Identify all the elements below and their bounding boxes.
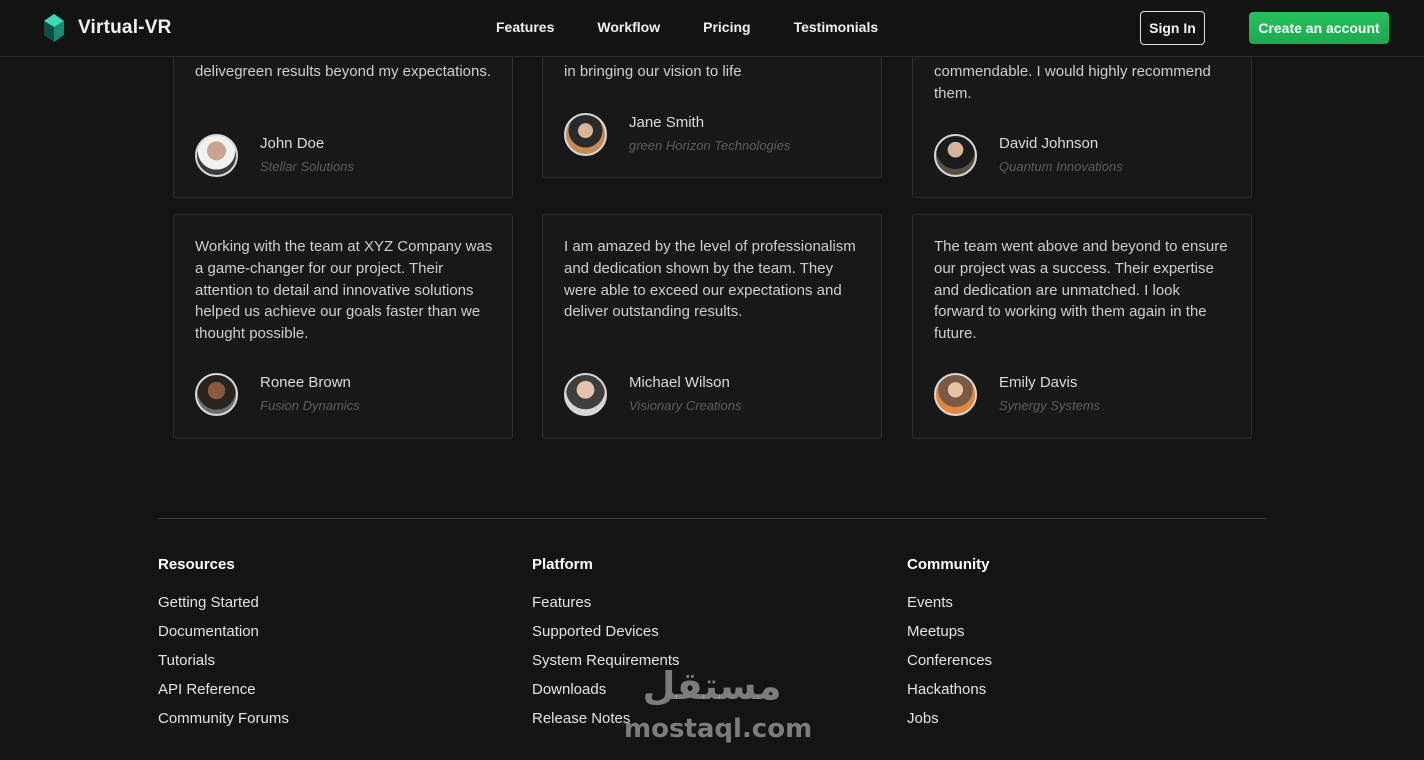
mostaql-watermark: مستقل mostaql.com xyxy=(622,664,812,748)
person-name: Emily Davis xyxy=(999,374,1078,391)
avatar xyxy=(564,373,607,416)
watermark-arabic-text: مستقل xyxy=(642,664,782,708)
footer-link-getting-started[interactable]: Getting Started xyxy=(158,588,289,617)
person-name: John Doe xyxy=(260,135,325,152)
footer-link-conferences[interactable]: Conferences xyxy=(907,646,992,675)
person-name: David Johnson xyxy=(999,135,1099,152)
person-company: green Horizon Technologies xyxy=(629,138,791,153)
footer-link-events[interactable]: Events xyxy=(907,588,992,617)
watermark-latin-text: mostaql.com xyxy=(624,714,813,744)
top-navbar: Virtual-VR Features Workflow Pricing Tes… xyxy=(0,0,1424,57)
person-company: Fusion Dynamics xyxy=(260,398,360,413)
footer-link-documentation[interactable]: Documentation xyxy=(158,617,289,646)
footer-divider xyxy=(158,518,1267,519)
nav-link-features[interactable]: Features xyxy=(496,19,554,35)
crystal-logo-icon xyxy=(44,14,64,42)
avatar xyxy=(195,373,238,416)
testimonial-text: commendable. I would highly recommend th… xyxy=(934,63,1211,102)
nav-links: Features Workflow Pricing Testimonials xyxy=(496,19,921,35)
person-company: Synergy Systems xyxy=(999,398,1101,413)
testimonial-text: The team went above and beyond to ensure… xyxy=(934,238,1228,343)
sign-in-button[interactable]: Sign In xyxy=(1140,11,1205,45)
avatar xyxy=(934,134,977,177)
footer-column-resources: Resources Getting Started Documentation … xyxy=(158,556,289,733)
testimonial-card: Working with the team at XYZ Company was… xyxy=(173,214,513,439)
footer-heading: Platform xyxy=(532,556,593,573)
person-company: Stellar Solutions xyxy=(260,159,354,174)
person-name: Michael Wilson xyxy=(629,374,730,391)
brand-logo[interactable]: Virtual-VR xyxy=(42,13,172,43)
footer-link-community-forums[interactable]: Community Forums xyxy=(158,704,289,733)
footer-link-tutorials[interactable]: Tutorials xyxy=(158,646,289,675)
testimonial-card: The team went above and beyond to ensure… xyxy=(912,214,1252,439)
avatar xyxy=(564,113,607,156)
nav-link-workflow[interactable]: Workflow xyxy=(597,19,660,35)
person-company: Visionary Creations xyxy=(629,398,742,413)
testimonial-text: in bringing our vision to life xyxy=(564,63,742,80)
person-name: Jane Smith xyxy=(629,114,705,131)
testimonial-card: I am amazed by the level of professional… xyxy=(542,214,882,439)
footer-link-supported-devices[interactable]: Supported Devices xyxy=(532,617,680,646)
nav-link-testimonials[interactable]: Testimonials xyxy=(794,19,879,35)
footer-link-meetups[interactable]: Meetups xyxy=(907,617,992,646)
footer-column-community: Community Events Meetups Conferences Hac… xyxy=(907,556,992,733)
footer-heading: Resources xyxy=(158,556,235,573)
create-account-button[interactable]: Create an account xyxy=(1249,12,1389,44)
footer-heading: Community xyxy=(907,556,990,573)
avatar xyxy=(934,373,977,416)
footer-link-api-reference[interactable]: API Reference xyxy=(158,675,289,704)
nav-link-pricing[interactable]: Pricing xyxy=(703,19,750,35)
person-name: Ronee Brown xyxy=(260,374,351,391)
person-company: Quantum Innovations xyxy=(999,159,1123,174)
footer-link-hackathons[interactable]: Hackathons xyxy=(907,675,992,704)
footer-link-features[interactable]: Features xyxy=(532,588,680,617)
testimonial-text: delivegreen results beyond my expectatio… xyxy=(195,63,492,80)
testimonial-text: Working with the team at XYZ Company was… xyxy=(195,238,493,343)
brand-name: Virtual-VR xyxy=(78,17,172,38)
testimonial-text: I am amazed by the level of professional… xyxy=(564,238,856,321)
footer-link-jobs[interactable]: Jobs xyxy=(907,704,992,733)
avatar xyxy=(195,134,238,177)
